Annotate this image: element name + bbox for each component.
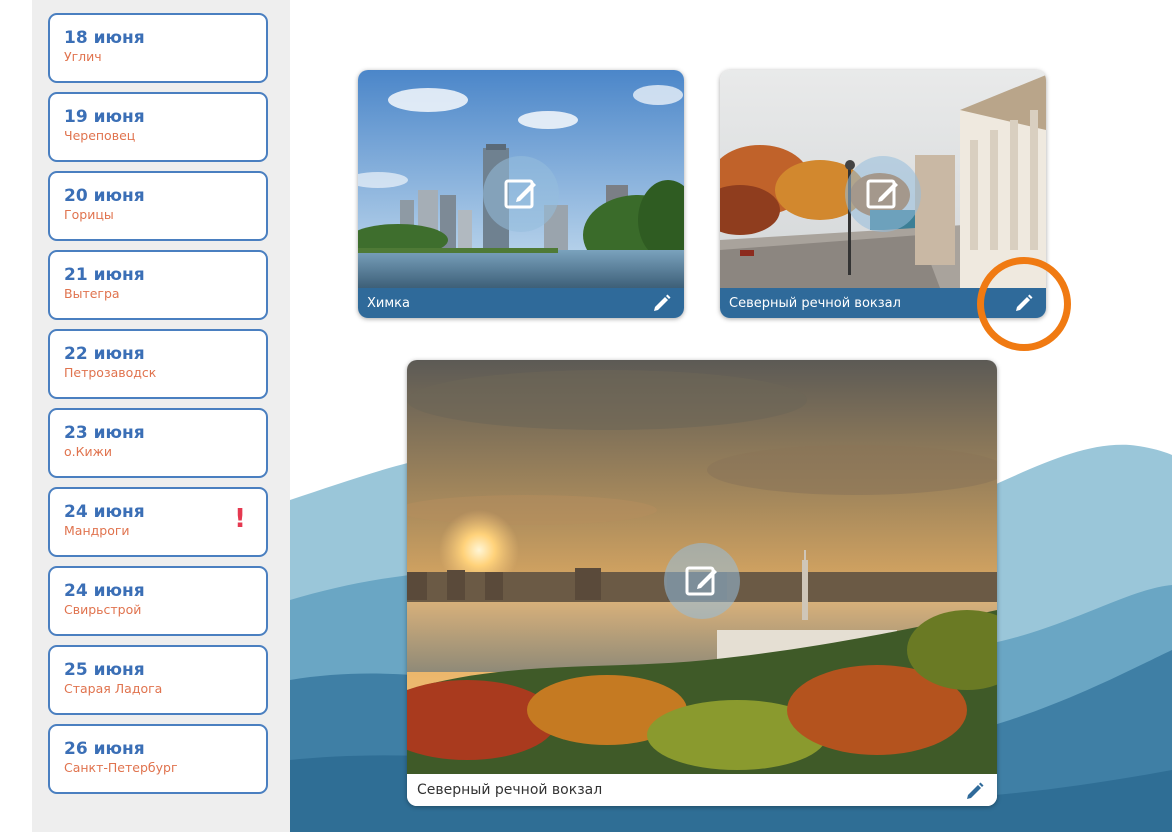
- day-city: Мандроги: [64, 523, 130, 538]
- day-city: Санкт-Петербург: [64, 760, 178, 775]
- day-city: Петрозаводск: [64, 365, 157, 380]
- pencil-icon[interactable]: [965, 781, 985, 801]
- day-city: Старая Ладога: [64, 681, 163, 696]
- edit-icon: [685, 566, 717, 596]
- day-city: Углич: [64, 49, 102, 64]
- day-date: 19 июня: [64, 107, 145, 127]
- edit-photo-overlay[interactable]: [664, 543, 740, 619]
- card-caption: Северный речной вокзал: [729, 296, 901, 311]
- day-city: Горицы: [64, 207, 114, 222]
- day-city: Череповец: [64, 128, 136, 143]
- day-card-26-june[interactable]: 26 июня Санкт-Петербург: [48, 724, 268, 794]
- day-date: 22 июня: [64, 344, 145, 364]
- edit-photo-overlay[interactable]: [483, 156, 559, 232]
- day-date: 26 июня: [64, 739, 145, 759]
- edit-icon: [504, 179, 536, 209]
- day-card-23-june[interactable]: 23 июня о.Кижи: [48, 408, 268, 478]
- day-city: о.Кижи: [64, 444, 113, 459]
- day-card-18-june[interactable]: 18 июня Углич: [48, 13, 268, 83]
- card-caption-bar: Северный речной вокзал: [407, 774, 997, 806]
- day-card-25-june[interactable]: 25 июня Старая Ладога: [48, 645, 268, 715]
- day-date: 20 июня: [64, 186, 145, 206]
- day-city: Свирьстрой: [64, 602, 142, 617]
- warning-icon: !: [234, 504, 246, 534]
- highlight-circle-annotation: [977, 257, 1071, 351]
- day-date: 25 июня: [64, 660, 145, 680]
- edit-photo-overlay[interactable]: [845, 156, 921, 232]
- edit-icon: [866, 179, 898, 209]
- day-card-24-june-svirstroy[interactable]: 24 июня Свирьстрой: [48, 566, 268, 636]
- photo-card-river-station-large[interactable]: Северный речной вокзал: [407, 360, 997, 806]
- day-city: Вытегра: [64, 286, 120, 301]
- card-caption: Химка: [367, 296, 410, 311]
- card-caption: Северный речной вокзал: [417, 782, 603, 798]
- day-card-19-june[interactable]: 19 июня Череповец: [48, 92, 268, 162]
- pencil-icon[interactable]: [652, 293, 672, 313]
- day-card-20-june[interactable]: 20 июня Горицы: [48, 171, 268, 241]
- card-caption-bar: Химка: [358, 288, 684, 318]
- day-card-24-june-mandrogi[interactable]: 24 июня Мандроги !: [48, 487, 268, 557]
- day-date: 21 июня: [64, 265, 145, 285]
- day-date: 24 июня: [64, 502, 145, 522]
- day-card-22-june[interactable]: 22 июня Петрозаводск: [48, 329, 268, 399]
- day-card-21-june[interactable]: 21 июня Вытегра: [48, 250, 268, 320]
- day-date: 18 июня: [64, 28, 145, 48]
- day-date: 24 июня: [64, 581, 145, 601]
- day-date: 23 июня: [64, 423, 145, 443]
- photo-card-khimka[interactable]: Химка: [358, 70, 684, 318]
